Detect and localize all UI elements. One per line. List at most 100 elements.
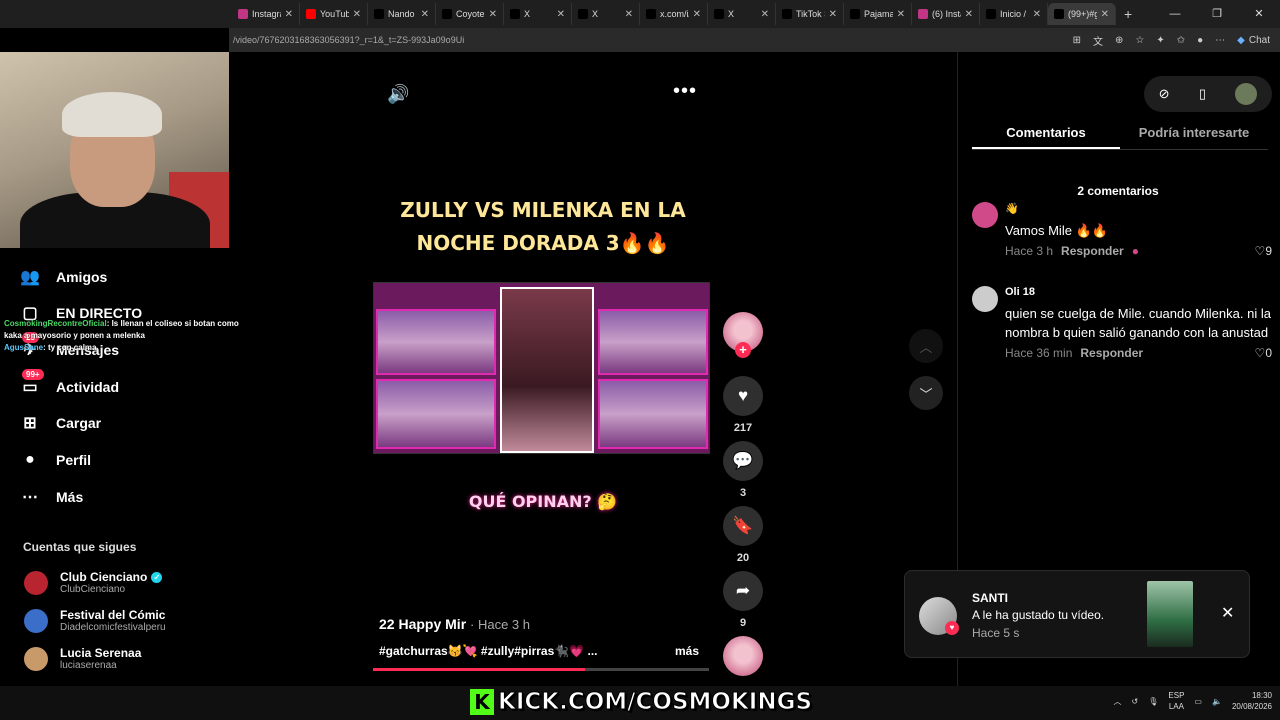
- creator-avatar[interactable]: +: [723, 312, 763, 358]
- volume-icon[interactable]: 🔊: [387, 84, 409, 105]
- followed-account[interactable]: Lucia Serenaa luciaserenaa: [24, 646, 141, 671]
- sound-avatar-action[interactable]: [723, 636, 763, 676]
- tab-close-icon[interactable]: ✕: [897, 9, 905, 20]
- video-thumbnail[interactable]: [1147, 581, 1193, 647]
- avatar[interactable]: [24, 570, 48, 595]
- youtube-icon: [306, 9, 316, 19]
- browser-tab[interactable]: X ✕: [572, 3, 640, 25]
- language-indicator[interactable]: ESP LAA: [1168, 690, 1184, 712]
- reply-button[interactable]: Responder: [1061, 244, 1124, 258]
- profile-icon-glyph: ●: [25, 451, 35, 468]
- tab-close-icon[interactable]: ✕: [421, 9, 429, 20]
- favorites-icon[interactable]: ✩: [1177, 35, 1185, 46]
- tab-close-icon[interactable]: ✕: [489, 9, 497, 20]
- browser-tab[interactable]: X ✕: [708, 3, 776, 25]
- clock[interactable]: 18:30 20/08/2026: [1232, 690, 1272, 712]
- tab-close-icon[interactable]: ✕: [285, 9, 293, 20]
- bookmark-icon[interactable]: 🔖: [723, 506, 763, 546]
- tab-close-icon[interactable]: ✕: [829, 9, 837, 20]
- follow-plus-icon[interactable]: +: [735, 342, 751, 358]
- browser-tab[interactable]: Instagram ✕: [232, 3, 300, 25]
- sound-disc-icon[interactable]: [723, 636, 763, 676]
- close-window-icon[interactable]: ✕: [1238, 0, 1280, 28]
- next-video-button[interactable]: ﹀: [909, 376, 943, 410]
- heart-icon[interactable]: ♥: [723, 376, 763, 416]
- video-frame[interactable]: [373, 282, 710, 454]
- like-action[interactable]: ♥ 217: [723, 376, 763, 434]
- display-icon[interactable]: ▭: [1194, 697, 1202, 706]
- avatar[interactable]: [24, 608, 48, 633]
- heart-badge-icon: ♥: [945, 621, 959, 635]
- profile-avatar-icon[interactable]: ●: [1197, 35, 1203, 46]
- tab-comments[interactable]: Comentarios: [972, 118, 1120, 149]
- browser-tab[interactable]: YouTube ✕: [300, 3, 368, 25]
- sidebar-item-más[interactable]: ⋯ Más: [18, 482, 218, 512]
- speaker-icon[interactable]: 🔈: [1212, 697, 1222, 706]
- sidebar-item-amigos[interactable]: 👥 Amigos: [18, 262, 218, 292]
- sidebar-item-cargar[interactable]: ⊞ Cargar: [18, 408, 218, 438]
- tray-chevron-icon[interactable]: ︿: [1114, 696, 1122, 707]
- video-options-icon[interactable]: •••: [673, 80, 697, 103]
- avatar[interactable]: [24, 646, 48, 671]
- share-icon[interactable]: ➦: [723, 571, 763, 611]
- commenter-avatar[interactable]: [972, 202, 998, 228]
- tab-close-icon[interactable]: ✕: [557, 9, 565, 20]
- browser-tab[interactable]: TikTok S ✕: [776, 3, 844, 25]
- browser-tab[interactable]: X ✕: [504, 3, 572, 25]
- notification-toast[interactable]: ♥ SANTI A le ha gustado tu vídeo. Hace 5…: [904, 570, 1250, 658]
- compass-icon[interactable]: ⊘: [1159, 86, 1170, 102]
- sidebar-item-actividad[interactable]: ▭ 99+ Actividad: [18, 369, 218, 402]
- user-avatar[interactable]: [1235, 83, 1258, 105]
- comment-username[interactable]: Oli 18: [1005, 286, 1272, 298]
- reply-button[interactable]: Responder: [1080, 346, 1143, 360]
- zoom-icon[interactable]: ⊕: [1115, 35, 1123, 46]
- author-name[interactable]: 22 Happy Mir: [379, 616, 466, 632]
- share-action[interactable]: ➦ 9: [723, 571, 763, 629]
- creator-avatar-action[interactable]: +: [723, 312, 763, 358]
- sidebar-item-perfil[interactable]: ● Perfil: [18, 445, 218, 475]
- puzzle-icon[interactable]: ✦: [1156, 35, 1164, 46]
- url-field[interactable]: /video/7676203168363056391?_r=1&_t=ZS-99…: [229, 35, 1073, 45]
- caption-more-link[interactable]: más: [675, 644, 699, 658]
- browser-tab[interactable]: Pajaman ✕: [844, 3, 912, 25]
- browser-tab[interactable]: (6) Insta ✕: [912, 3, 980, 25]
- browser-tab[interactable]: Nando e ✕: [368, 3, 436, 25]
- tab-close-icon[interactable]: ✕: [353, 9, 361, 20]
- chat-button[interactable]: ◆ Chat: [1237, 35, 1270, 46]
- comment-username[interactable]: 👋: [1005, 202, 1272, 215]
- commenter-avatar[interactable]: [972, 286, 998, 312]
- comments-tabs: Comentarios Podría interesarte: [972, 118, 1268, 150]
- browser-tab[interactable]: Inicio / X ✕: [980, 3, 1048, 25]
- tab-might-interest[interactable]: Podría interesarte: [1120, 118, 1268, 149]
- bookmark-star-icon[interactable]: ☆: [1135, 35, 1144, 46]
- video-author[interactable]: 22 Happy Mir · Hace 3 h: [379, 616, 530, 632]
- save-action[interactable]: 🔖 20: [723, 506, 763, 564]
- network-icon[interactable]: ↺: [1132, 697, 1139, 706]
- tab-close-icon[interactable]: ✕: [761, 9, 769, 20]
- browser-tab[interactable]: x.com/i/ ✕: [640, 3, 708, 25]
- tab-close-icon[interactable]: ✕: [1033, 9, 1041, 20]
- followed-account[interactable]: Club Cienciano ✓ ClubCienciano: [24, 570, 163, 595]
- video-progress-bar[interactable]: [373, 668, 709, 671]
- tab-close-icon[interactable]: ✕: [693, 9, 701, 20]
- mic-icon[interactable]: 🎙: [1148, 697, 1158, 706]
- close-icon[interactable]: ✕: [1221, 603, 1234, 623]
- comment-like[interactable]: ♡0: [1255, 346, 1272, 360]
- extensions-icon[interactable]: ⊞: [1073, 35, 1081, 46]
- minimize-icon[interactable]: —: [1154, 0, 1196, 28]
- translate-icon[interactable]: 文: [1093, 33, 1103, 48]
- previous-video-button[interactable]: ︿: [909, 329, 943, 363]
- new-tab-icon[interactable]: +: [1124, 6, 1132, 22]
- device-icon[interactable]: ▯: [1199, 86, 1206, 102]
- menu-dots-icon[interactable]: ⋯: [1215, 35, 1225, 46]
- browser-tab[interactable]: (99+)#g ✕: [1048, 3, 1116, 25]
- followed-account[interactable]: Festival del Cómic Diadelcomicfestivalper…: [24, 608, 166, 633]
- comment-action[interactable]: 💬 3: [723, 441, 763, 499]
- comment-like[interactable]: ♡9: [1255, 244, 1272, 258]
- tab-close-icon[interactable]: ✕: [965, 9, 973, 20]
- tab-close-icon[interactable]: ✕: [1101, 9, 1109, 20]
- restore-icon[interactable]: ❐: [1196, 0, 1238, 28]
- tab-close-icon[interactable]: ✕: [625, 9, 633, 20]
- comment-icon[interactable]: 💬: [723, 441, 763, 481]
- browser-tab[interactable]: Coyote C ✕: [436, 3, 504, 25]
